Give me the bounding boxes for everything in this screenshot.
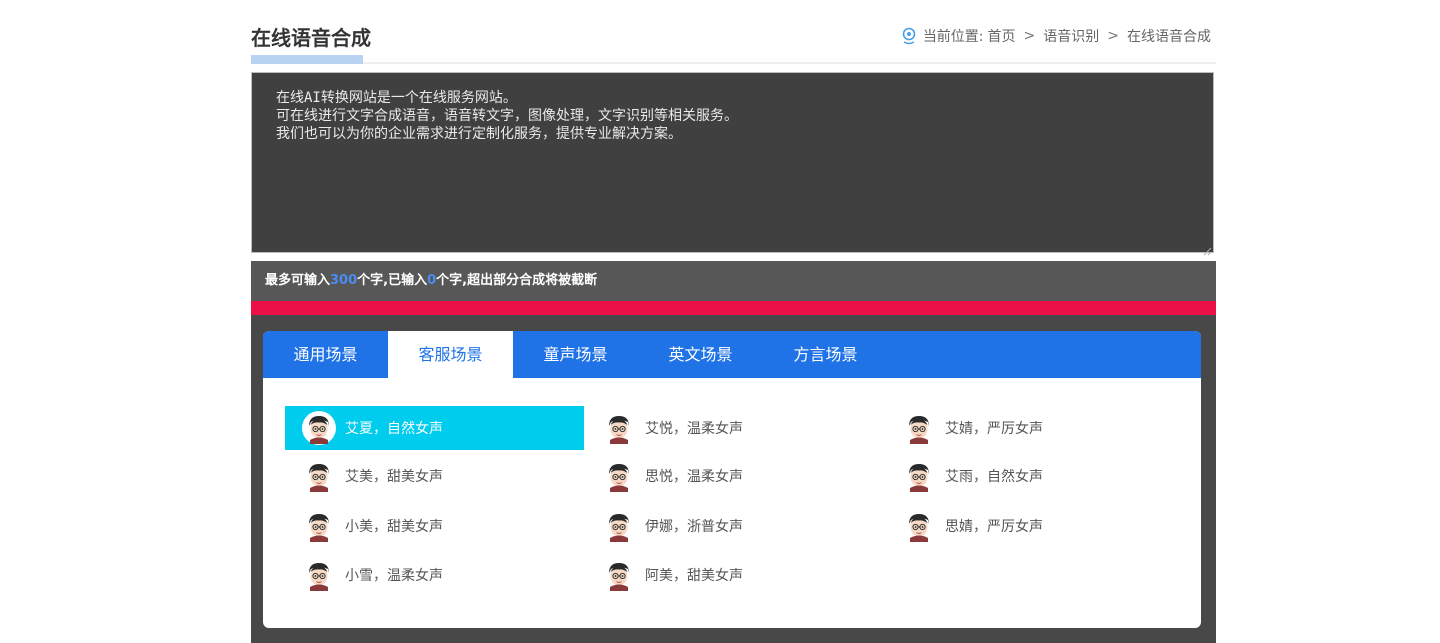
avatar-icon: [901, 410, 937, 446]
voice-option[interactable]: 小雪，温柔女声: [285, 553, 584, 597]
voice-option[interactable]: 伊娜，浙普女声: [585, 504, 884, 548]
breadcrumb-item-speech-recognition[interactable]: 语音识别: [1043, 26, 1099, 46]
avatar-icon: [301, 410, 337, 446]
header-divider: [363, 62, 1216, 64]
avatar-icon: [301, 508, 337, 544]
breadcrumb-prefix: 当前位置:: [922, 29, 984, 45]
avatar-icon: [301, 458, 337, 494]
voice-label: 小雪，温柔女声: [345, 568, 443, 584]
voice-label: 思悦，温柔女声: [645, 469, 743, 485]
avatar-icon: [601, 508, 637, 544]
avatar-icon: [301, 557, 337, 593]
avatar-icon: [901, 458, 937, 494]
scene-tabs: 通用场景 客服场景 童声场景 英文场景 方言场景: [263, 331, 1201, 378]
title-underline: [251, 55, 363, 64]
voice-option[interactable]: 思婧，严厉女声: [885, 504, 1184, 548]
voice-label: 阿美，甜美女声: [645, 568, 743, 584]
count-text-1: 最多可输入: [265, 273, 331, 288]
page-title: 在线语音合成: [251, 26, 371, 50]
text-input-area[interactable]: 在线AI转换网站是一个在线服务网站。 可在线进行文字合成语音，语音转文字，图像处…: [251, 72, 1214, 253]
avatar-icon: [601, 458, 637, 494]
avatar-icon: [601, 410, 637, 446]
avatar-icon: [901, 508, 937, 544]
page-container: 在线语音合成 当前位置: 首页 > 语音识别 > 在线语音合成 在线AI转换网站…: [251, 0, 1216, 643]
voice-option[interactable]: 艾夏，自然女声: [285, 406, 584, 450]
voice-panel: 通用场景 客服场景 童声场景 英文场景 方言场景 艾夏，自然女声 艾悦，温柔女声…: [263, 331, 1201, 628]
voice-label: 小美，甜美女声: [345, 519, 443, 535]
tab-dialect[interactable]: 方言场景: [763, 331, 888, 378]
voice-option[interactable]: 思悦，温柔女声: [585, 454, 884, 498]
voice-option[interactable]: 小美，甜美女声: [285, 504, 584, 548]
tab-general[interactable]: 通用场景: [263, 331, 388, 378]
voice-option[interactable]: 艾悦，温柔女声: [585, 406, 884, 450]
location-pin-icon: [901, 27, 917, 45]
voice-label: 艾婧，严厉女声: [945, 421, 1043, 437]
tab-english[interactable]: 英文场景: [638, 331, 763, 378]
breadcrumb-separator: >: [1107, 28, 1119, 44]
breadcrumb: 当前位置: 首页 > 语音识别 > 在线语音合成: [901, 26, 1211, 46]
voice-label: 艾美，甜美女声: [345, 469, 443, 485]
character-count-bar: 最多可输入300个字,已输入0个字,超出部分合成将被截断: [251, 261, 1216, 301]
voice-label: 伊娜，浙普女声: [645, 519, 743, 535]
voice-option[interactable]: 艾美，甜美女声: [285, 454, 584, 498]
voice-label: 思婧，严厉女声: [945, 519, 1043, 535]
voice-option[interactable]: 艾雨，自然女声: [885, 454, 1184, 498]
count-text-2: 个字,已输入: [357, 273, 428, 288]
count-text-3: 个字,超出部分合成将被截断: [436, 273, 598, 288]
breadcrumb-item-current: 在线语音合成: [1127, 29, 1211, 45]
breadcrumb-separator: >: [1023, 28, 1036, 44]
voice-label: 艾悦，温柔女声: [645, 421, 743, 437]
tab-customer-service[interactable]: 客服场景: [388, 331, 513, 378]
tab-child-voice[interactable]: 童声场景: [513, 331, 638, 378]
current-count: 0: [427, 273, 437, 288]
voice-label: 艾雨，自然女声: [945, 469, 1043, 485]
red-divider-bar: [251, 301, 1216, 315]
avatar-icon: [601, 557, 637, 593]
max-count: 300: [330, 273, 358, 288]
voice-option[interactable]: 阿美，甜美女声: [585, 553, 884, 597]
breadcrumb-item-home[interactable]: 首页: [988, 26, 1016, 46]
voice-label: 艾夏，自然女声: [345, 421, 443, 437]
voice-option[interactable]: 艾婧，严厉女声: [885, 406, 1184, 450]
